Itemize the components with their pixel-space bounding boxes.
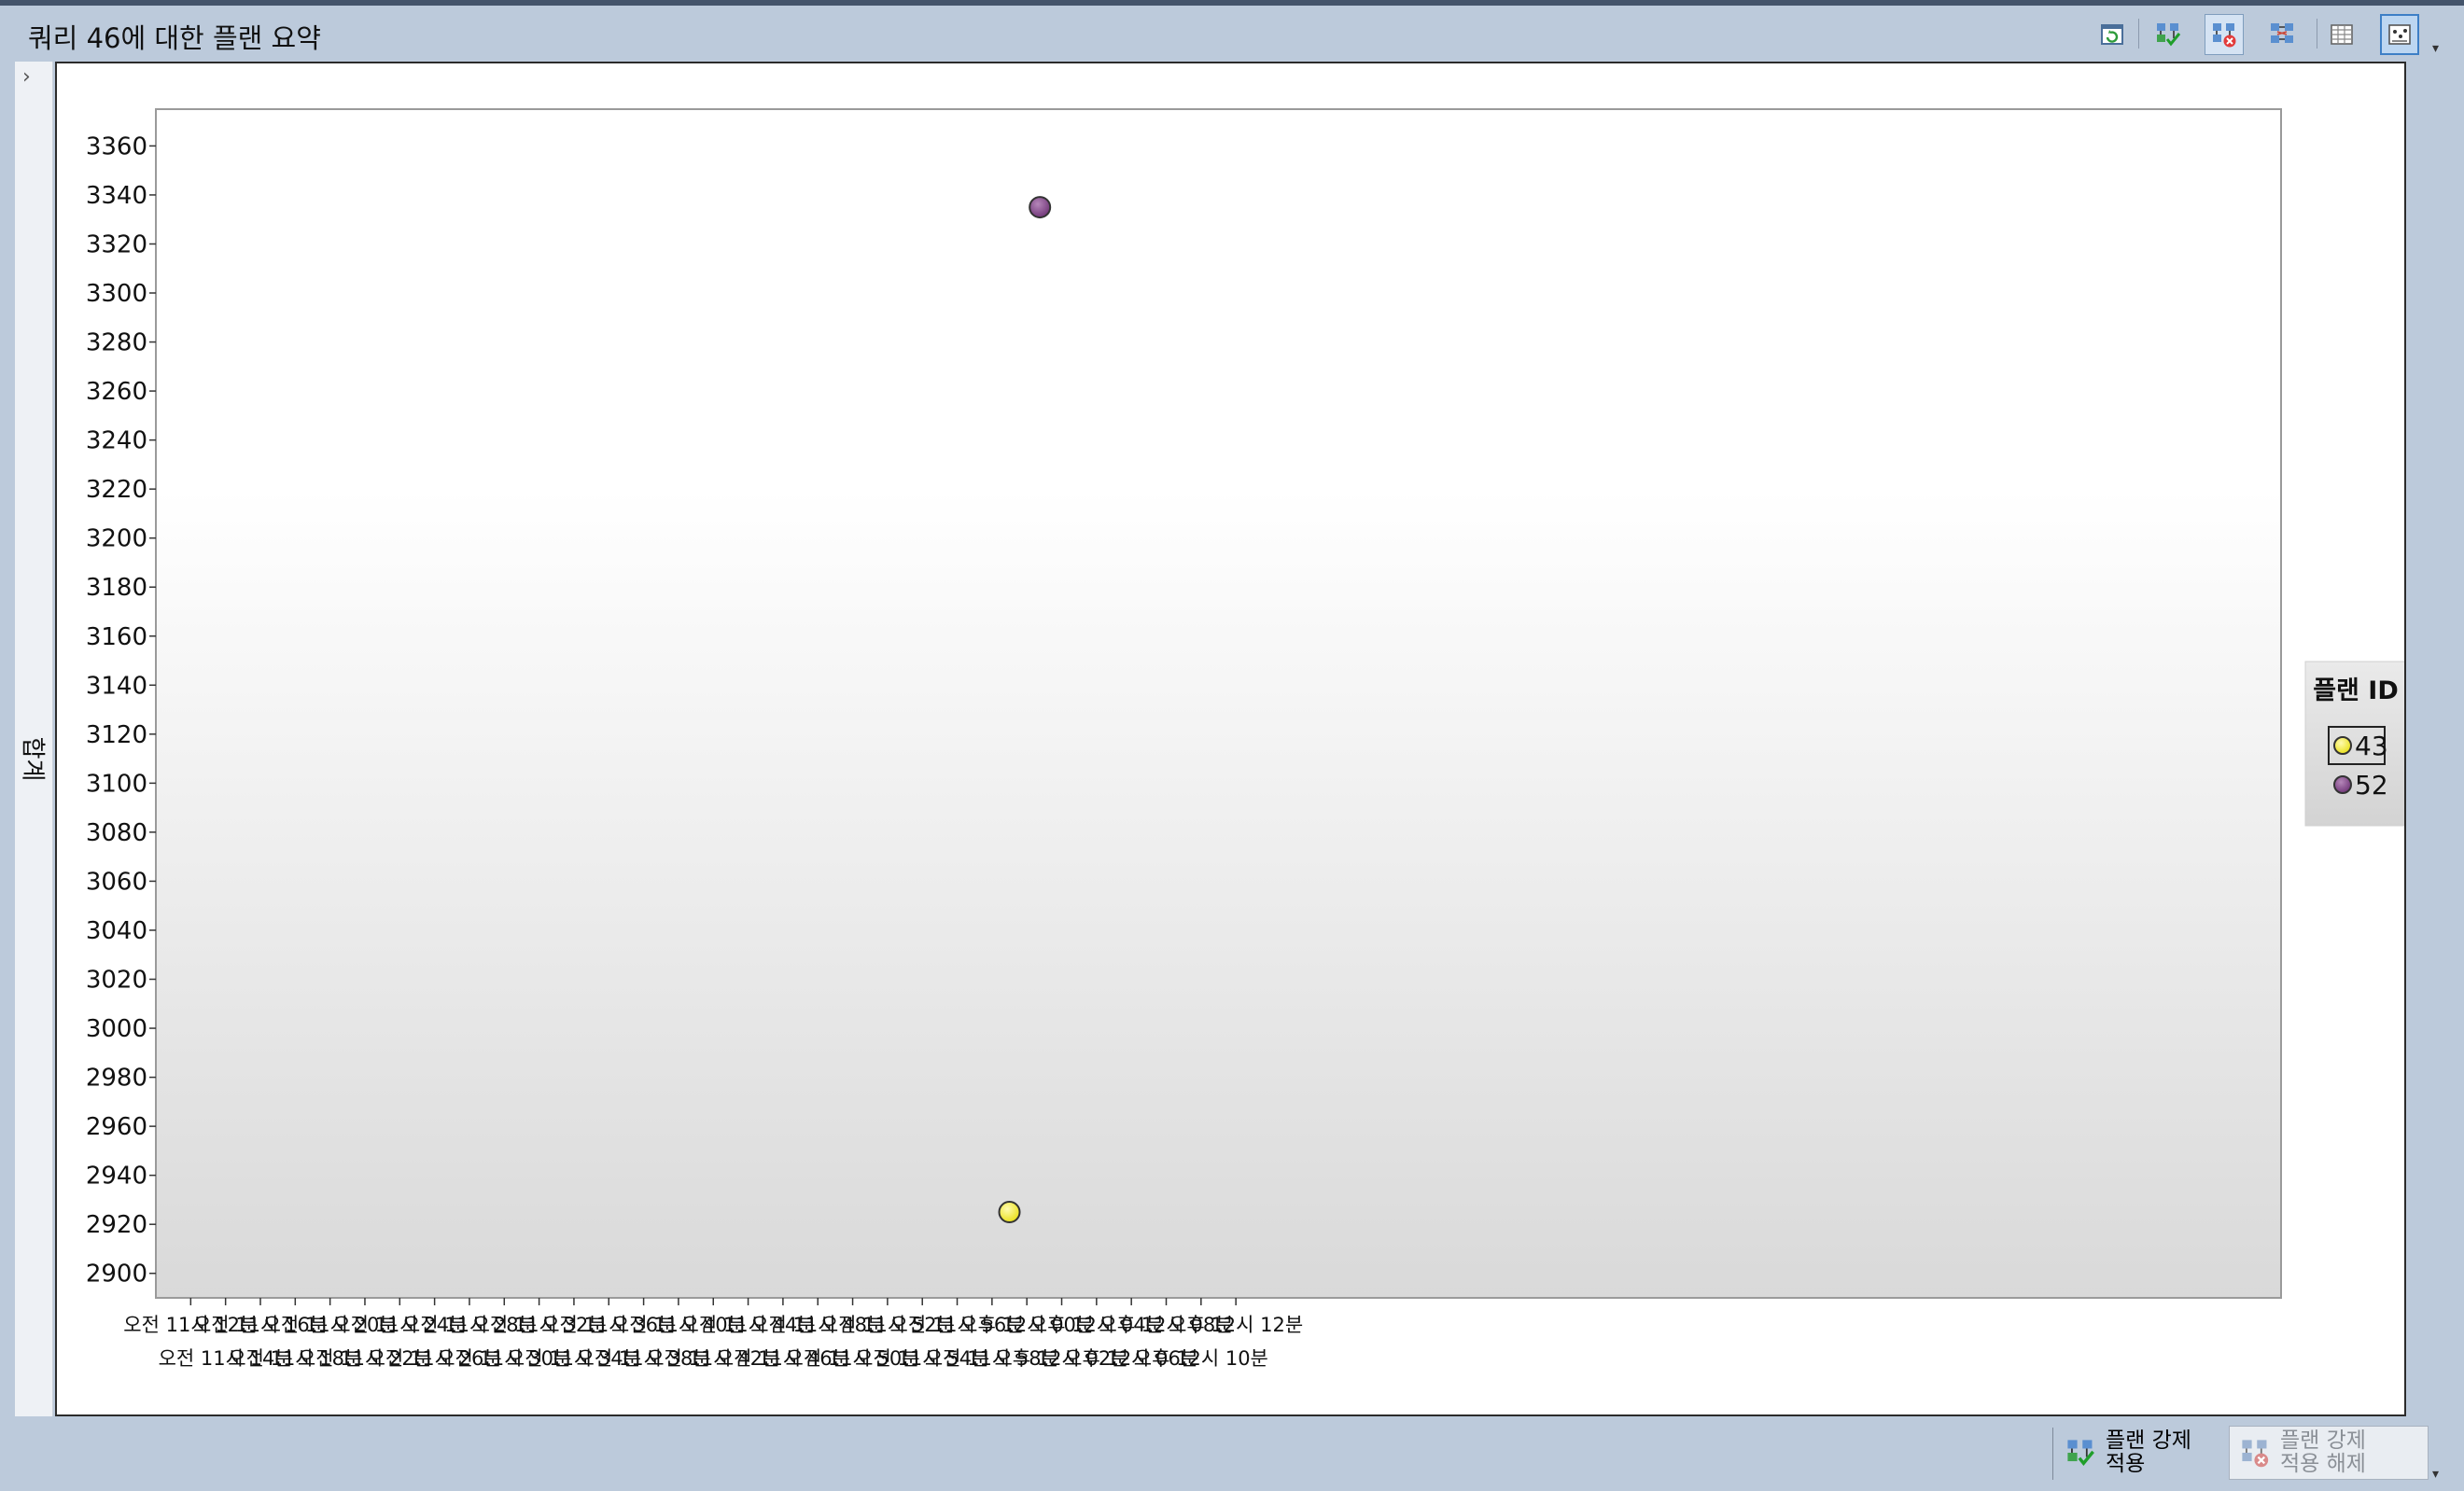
chart-area: 2900 2920 2940 2960 2980 3000 3020 3040 3060 3080… [55,62,2406,1416]
y-tick-label: 3340 [86,182,147,210]
y-tick-label: 3260 [86,378,147,406]
x-tick-label: 오후 12시 10분 [1134,1347,1268,1370]
legend-title: 플랜 ID [2313,676,2399,705]
unforce-plan-icon [2242,1440,2269,1468]
window-header: 쿼리 46에 대한 플랜 요약 ▾ [0,6,2464,62]
force-plan-icon [2157,23,2181,47]
unforce-plan-label: 플랜 강제 적용 해제 [2280,1428,2366,1476]
data-point-plan-43[interactable] [998,1201,1021,1224]
y-tick-label: 3360 [86,132,147,160]
legend-label-52[interactable]: 52 [2355,770,2388,801]
refresh-button[interactable] [2093,14,2132,55]
y-tick-label: 3280 [86,329,147,357]
y-tick-label: 3140 [86,672,147,700]
y-tick-label: 3240 [86,427,147,455]
window-title: 쿼리 46에 대한 플랜 요약 [28,22,321,54]
unforce-plan-footer-button[interactable]: 플랜 강제 적용 해제 [2229,1426,2429,1480]
y-tick-label: 3200 [86,525,147,553]
compare-plans-button[interactable] [2262,14,2302,55]
y-tick-label: 3080 [86,819,147,847]
y-tick-label: 2980 [86,1065,147,1093]
x-axis: 오전 11시 12분오전 11시 14분오전 11시 16분오전 11시 18분… [123,1298,1303,1370]
y-tick-label: 3020 [86,967,147,995]
y-tick-label: 3220 [86,476,147,504]
y-tick-label: 3060 [86,868,147,896]
data-point-plan-52[interactable] [1029,196,1052,219]
y-tick-label: 3320 [86,230,147,258]
expand-panel-icon[interactable]: › [22,65,31,89]
chart-view-icon [2388,24,2411,45]
force-plan-icon [2067,1440,2094,1467]
legend-marker-43 [2333,736,2352,755]
legend-marker-52 [2333,775,2352,794]
y-axis-title: 합계 [17,726,52,791]
y-axis-title-text: 합계 [18,736,47,781]
scatter-chart: 2900 2920 2940 2960 2980 3000 3020 3040 3060 3080… [86,108,2404,1370]
y-tick-label: 2900 [86,1261,147,1289]
y-tick-label: 3040 [86,917,147,945]
footer-overflow-icon[interactable]: ▾ [2432,1467,2439,1482]
y-tick-label: 3160 [86,623,147,651]
y-tick-label: 3000 [86,1015,147,1043]
toolbar-separator [2138,19,2139,49]
plot-area [155,108,2282,1299]
y-axis: 2900 2920 2940 2960 2980 3000 3020 3040 3060 3080… [86,132,156,1289]
y-tick-label: 3300 [86,280,147,308]
unforce-plan-button[interactable] [2205,14,2244,55]
grid-view-icon [2331,24,2353,45]
y-tick-label: 3120 [86,721,147,749]
y-tick-label: 3100 [86,770,147,798]
footer-separator [2052,1428,2053,1480]
y-tick-label: 2920 [86,1211,147,1239]
legend-label-43[interactable]: 43 [2355,731,2388,761]
footer-toolbar: 플랜 강제 적용 플랜 강제 적용 해제 ▾ [0,1418,2464,1491]
compare-plans-icon [2271,23,2293,43]
y-tick-label: 2960 [86,1113,147,1141]
y-tick-label: 3180 [86,574,147,602]
x-tick-label: 오후 12시 12분 [1169,1314,1303,1336]
force-plan-label: 플랜 강제 적용 [2106,1428,2191,1476]
force-plan-footer-button[interactable]: 플랜 강제 적용 [2055,1426,2223,1480]
y-tick-label: 2940 [86,1163,147,1191]
chart-view-button[interactable] [2380,14,2419,55]
legend: 플랜 ID 43 52 [2304,661,2404,827]
force-plan-button[interactable] [2149,14,2188,55]
unforce-plan-icon [2213,23,2236,48]
toolbar-overflow-icon[interactable]: ▾ [2432,41,2439,56]
refresh-icon [2101,24,2123,45]
grid-view-button[interactable] [2322,14,2361,55]
